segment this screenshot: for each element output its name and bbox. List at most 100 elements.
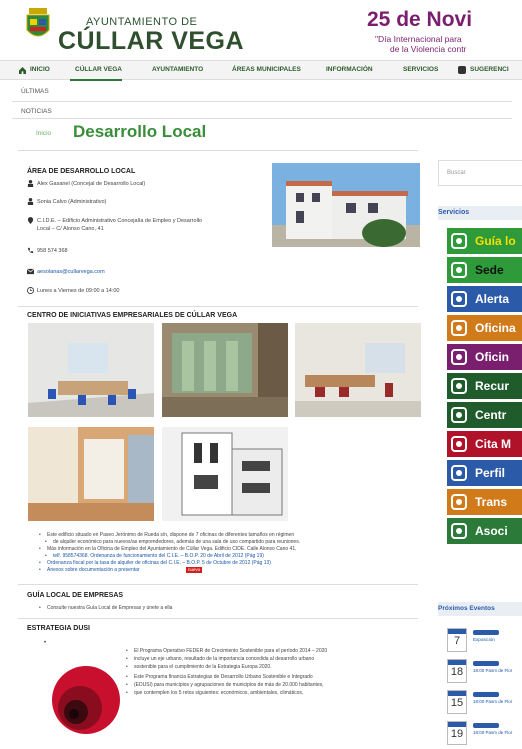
news-ticker-label[interactable]: ÚLTIMAS	[21, 88, 49, 95]
office-photo-4[interactable]	[28, 427, 154, 521]
campaign-banner[interactable]: 25 de Novi "Día Internacional para de la…	[345, 6, 522, 56]
service-label: Guía lo	[475, 234, 516, 248]
office-photo-1[interactable]	[28, 323, 154, 417]
guia-bullet[interactable]: Consulte nuestra Guía Local de Empresas …	[39, 605, 417, 612]
clock-icon	[27, 287, 34, 294]
service-button-1[interactable]: Sede	[447, 257, 522, 283]
office-photo-3[interactable]	[295, 323, 421, 417]
home-icon[interactable]	[19, 67, 26, 74]
office-photo-2[interactable]	[162, 323, 288, 417]
centro-bullet-1a: Este edificio situado en Paseo Jerónimo …	[39, 532, 417, 539]
service-label: Asoci	[475, 524, 508, 538]
contact-address-2: Local – C/ Alonso Cano, 41	[37, 226, 104, 232]
dusi-paragraph-1a: El Programa Operativo FEDER de Crecimien…	[126, 648, 419, 655]
nav-item-informacion[interactable]: INFORMACIÓN	[326, 66, 373, 73]
search-box[interactable]: Buscar	[438, 160, 522, 186]
nav-item-ayuntamiento[interactable]: AYUNTAMIENTO	[152, 66, 203, 73]
page: AYUNTAMIENTO DE CÚLLAR VEGA 25 de Novi "…	[0, 0, 522, 749]
edusi-logo[interactable]	[50, 648, 122, 749]
service-button-6[interactable]: Centr	[447, 402, 522, 428]
centro-bullet-1b: de alquiler económico para nuevos/as emp…	[45, 539, 423, 546]
service-label: Oficina	[475, 321, 516, 335]
site-logo-title[interactable]: CÚLLAR VEGA	[58, 27, 244, 56]
event-day: 19	[450, 728, 464, 740]
ordenanza-fiscal-link[interactable]: Ordenanza fiscal por la tasa de alquiler…	[39, 560, 417, 567]
banner-line-2: de la Violencia contr	[390, 44, 467, 54]
banner-line-1: "Día Internacional para	[375, 34, 462, 44]
service-button-5[interactable]: Recur	[447, 373, 522, 399]
map-pin-icon	[447, 228, 471, 254]
section-heading-centro: CENTRO DE INICIATIVAS EMPRESARIALES DE C…	[27, 312, 238, 319]
event-item[interactable]: 15 18:00 Pasm de Flor	[447, 690, 522, 720]
event-item[interactable]: 7 Exposición	[447, 628, 522, 658]
service-button-3[interactable]: Oficina	[447, 315, 522, 341]
section-heading-area: ÁREA DE DESARROLLO LOCAL	[27, 168, 136, 175]
person-icon	[27, 198, 34, 205]
event-tag	[473, 723, 499, 728]
dusi-paragraph-2a: Este Programa financia Estrategias de De…	[126, 674, 419, 681]
nav-item-areas-municipales[interactable]: ÁREAS MUNICIPALES	[232, 66, 301, 73]
group-icon	[447, 518, 471, 544]
coat-of-arms-icon[interactable]	[26, 8, 50, 42]
event-text: 18:00 Pasm de Flor	[473, 668, 513, 673]
nav-item-sugerencias[interactable]: SUGERENCI	[470, 66, 509, 73]
calendar-icon: 15	[447, 690, 467, 714]
dusi-paragraph-2b: (EDUSI) para municipios y agrupaciones d…	[126, 682, 419, 689]
service-button-0[interactable]: Guía lo	[447, 228, 522, 254]
breadcrumb-home[interactable]: Inicio	[36, 130, 51, 137]
building-photo[interactable]	[272, 163, 420, 247]
flag-icon	[447, 344, 471, 370]
divider	[18, 618, 418, 619]
document-icon	[447, 460, 471, 486]
contact-email-link[interactable]: aesolanas@cullarvega.com	[37, 269, 105, 275]
divider	[18, 150, 418, 151]
service-button-2[interactable]: Alerta	[447, 286, 522, 312]
event-item[interactable]: 18 18:00 Pasm de Flor	[447, 659, 522, 689]
service-label: Perfil	[475, 466, 506, 480]
building-icon	[447, 315, 471, 341]
event-tag	[473, 692, 499, 697]
service-label: Trans	[475, 495, 508, 509]
service-button-9[interactable]: Trans	[447, 489, 522, 515]
contact-admin: Sonia Calvo (Administrativo)	[37, 199, 107, 205]
event-tag	[473, 661, 499, 666]
dusi-paragraph-1b: incluye un eje urbano, resultado de la i…	[126, 656, 419, 663]
stethoscope-icon	[447, 431, 471, 457]
service-button-7[interactable]: Cita M	[447, 431, 522, 457]
event-day: 7	[453, 635, 461, 647]
contact-hours: Lunes a Viernes de 09:00 a 14:00	[37, 288, 120, 294]
event-text: 18:00 Pasm de Flor	[473, 730, 513, 735]
service-button-10[interactable]: Asoci	[447, 518, 522, 544]
service-button-8[interactable]: Perfil	[447, 460, 522, 486]
ordenanza-funcionamiento-link[interactable]: telf. 958574368. Ordenanza de funcionami…	[45, 553, 423, 560]
divider	[18, 584, 418, 585]
anexos-link[interactable]: Anexos sobre documentación a presentar	[39, 567, 140, 574]
new-badge: nuevo	[186, 567, 203, 573]
event-tag	[473, 630, 499, 635]
events-heading: Próximos Eventos	[438, 605, 495, 612]
section-heading-guia: GUÍA LOCAL DE EMPRESAS	[27, 592, 124, 599]
services-heading: Servicios	[438, 209, 470, 216]
calendar-icon: 7	[447, 628, 467, 652]
monitor-icon	[447, 257, 471, 283]
nav-item-cullar-vega[interactable]: CÚLLAR VEGA	[75, 66, 122, 73]
nav-item-inicio[interactable]: INICIO	[30, 66, 50, 73]
news-label[interactable]: NOTICIAS	[21, 108, 52, 115]
nav-item-servicios[interactable]: SERVICIOS	[403, 66, 438, 73]
contact-phone[interactable]: 958 574 368	[37, 248, 68, 254]
event-text: Exposición	[473, 637, 495, 642]
site-header: AYUNTAMIENTO DE CÚLLAR VEGA 25 de Novi "…	[0, 0, 522, 58]
page-title: Desarrollo Local	[73, 122, 207, 141]
building-exterior-photo[interactable]	[162, 427, 288, 521]
event-item[interactable]: 19 18:00 Pasm de Flor	[447, 721, 522, 749]
calendar-icon: 19	[447, 721, 467, 745]
contact-address-1: C.I.D.E. – Edificio Administrativo Conce…	[37, 218, 203, 224]
search-input[interactable]: Buscar	[447, 170, 466, 176]
bus-icon	[447, 489, 471, 515]
divider	[12, 101, 512, 102]
envelope-icon	[447, 286, 471, 312]
event-text: 18:00 Pasm de Flor	[473, 699, 513, 704]
email-icon	[27, 268, 34, 275]
service-label: Recur	[475, 379, 510, 393]
service-button-4[interactable]: Oficin	[447, 344, 522, 370]
